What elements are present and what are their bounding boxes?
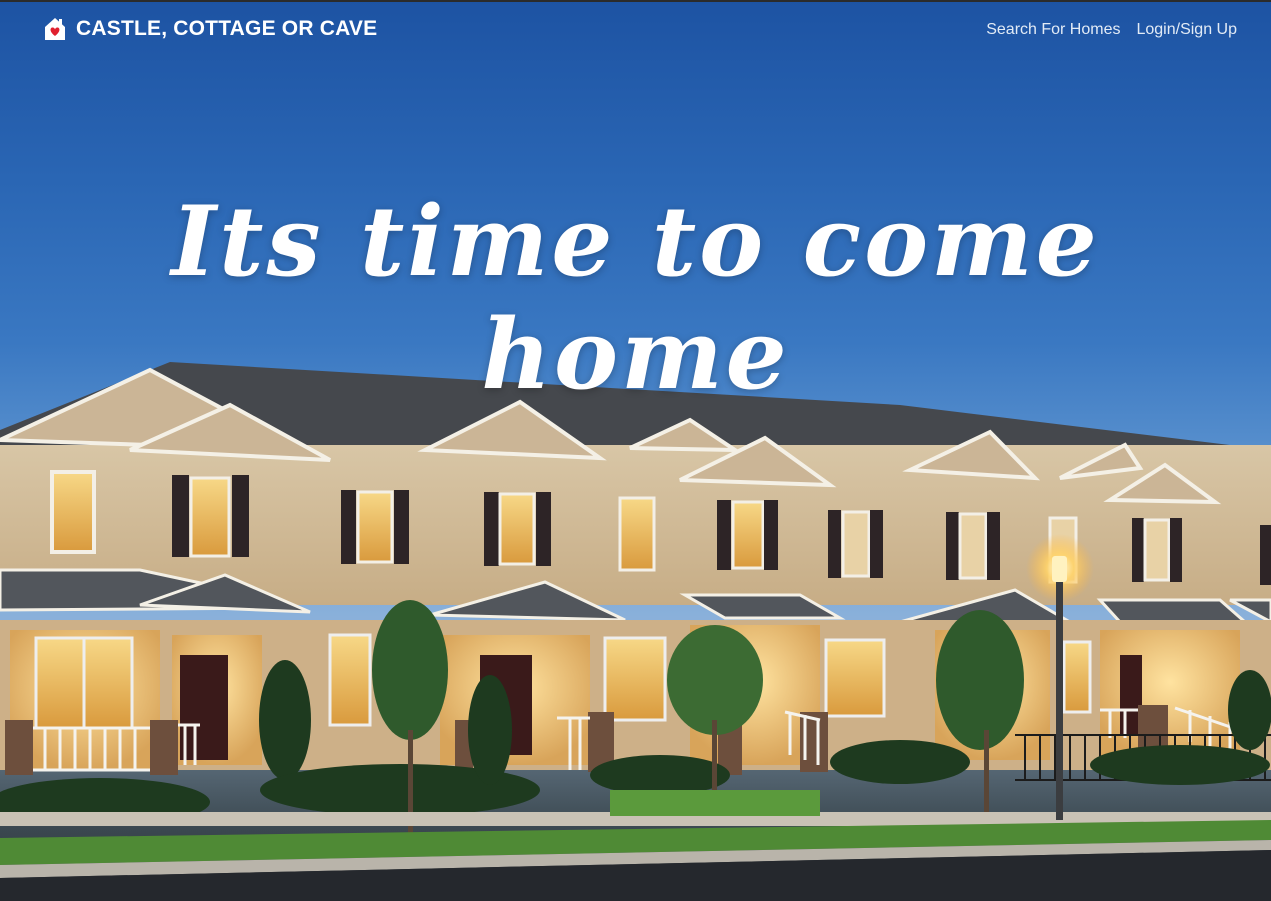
hero-section: CASTLE, COTTAGE OR CAVE Search For Homes…: [0, 0, 1271, 901]
top-nav: Search For Homes Login/Sign Up: [986, 21, 1237, 39]
house-heart-icon: [45, 18, 65, 40]
nav-login-signup[interactable]: Login/Sign Up: [1136, 21, 1237, 39]
hero-headline: Its time to come home: [171, 185, 1100, 411]
brand-name: CASTLE, COTTAGE OR CAVE: [76, 17, 378, 40]
brand-logo[interactable]: CASTLE, COTTAGE OR CAVE: [44, 17, 377, 41]
hero-townhouse-image: [0, 362, 1271, 901]
top-border: [0, 0, 1271, 2]
nav-search-for-homes[interactable]: Search For Homes: [986, 21, 1120, 39]
